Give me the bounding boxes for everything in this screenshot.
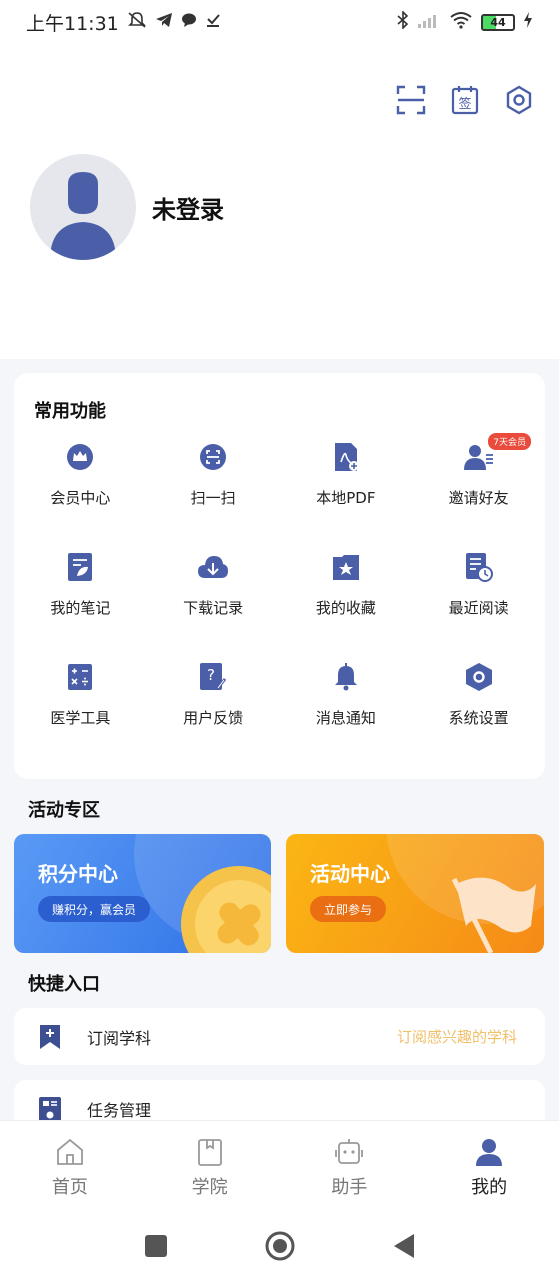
svg-text:?: ? [207,666,215,684]
status-bar: 上午11:31 44 [0,0,559,44]
download-cloud-icon [197,551,229,583]
function-label: 下载记录 [183,599,244,617]
recent-apps-icon[interactable] [144,1234,168,1258]
function-recent-reading[interactable]: 最近阅读 [412,541,545,651]
mute-icon [127,11,147,34]
function-scan[interactable]: 扫一扫 [147,431,280,541]
function-user-feedback[interactable]: ? 用户反馈 [147,651,280,761]
function-member-center[interactable]: 会员中心 [14,431,147,541]
signal-icon [417,12,441,33]
robot-icon [335,1139,364,1164]
chat-icon [181,12,197,33]
function-label: 最近阅读 [448,599,509,617]
settings-icon[interactable] [503,84,535,116]
flag-illustration [386,834,544,953]
profile-header: 签 未登录 [0,44,559,359]
pdf-icon [330,441,362,473]
charging-icon [523,11,533,33]
battery-icon: 44 [481,13,515,31]
quick-label: 订阅学科 [87,1028,152,1048]
tab-mine[interactable]: 我的 [419,1121,559,1212]
crown-icon [64,441,96,473]
tab-label: 我的 [471,1177,508,1198]
login-status[interactable]: 未登录 [152,190,224,225]
function-system-settings[interactable]: 系统设置 [412,651,545,761]
system-navigation-bar [0,1212,559,1280]
tab-label: 学院 [191,1177,228,1198]
tab-assistant[interactable]: 助手 [280,1121,420,1212]
function-local-pdf[interactable]: 本地PDF [280,431,413,541]
home-button-icon[interactable] [264,1230,296,1262]
task-icon [38,1096,62,1122]
function-my-favorites[interactable]: 我的收藏 [280,541,413,651]
header-actions: 签 [395,84,535,116]
home-icon [56,1138,83,1165]
back-icon[interactable] [392,1233,416,1259]
function-label: 系统设置 [448,709,509,727]
bluetooth-icon [397,9,409,34]
scan-icon[interactable] [395,84,427,116]
status-time: 上午11:31 [26,12,119,35]
calculator-icon [64,661,96,693]
function-my-notes[interactable]: 我的笔记 [14,541,147,651]
common-functions-card: 常用功能 会员中心 扫一扫 本地PDF 7天会员 邀请好友 我的笔记 下载记录 … [14,373,545,779]
subscribe-subjects-row[interactable]: 订阅学科 订阅感兴趣的学科 [14,1008,545,1065]
quick-entry-title: 快捷入口 [28,974,100,995]
tab-home[interactable]: 首页 [0,1121,140,1212]
svg-text:签: 签 [458,96,471,112]
notes-icon [64,551,96,583]
tab-label: 助手 [331,1177,368,1198]
user-icon [476,1139,503,1166]
function-label: 邀请好友 [448,489,509,507]
function-label: 医学工具 [50,709,111,727]
functions-grid: 会员中心 扫一扫 本地PDF 7天会员 邀请好友 我的笔记 下载记录 我的收藏 … [14,431,545,761]
function-label: 扫一扫 [190,489,236,507]
avatar[interactable] [30,154,136,260]
feedback-icon: ? [197,661,229,693]
recent-reading-icon [463,551,495,583]
function-label: 我的收藏 [315,599,376,617]
scan-icon [197,441,229,473]
function-label: 会员中心 [50,489,111,507]
college-icon [197,1139,222,1166]
function-label: 我的笔记 [50,599,111,617]
favorites-icon [330,551,362,583]
function-download-records[interactable]: 下载记录 [147,541,280,651]
settings-icon [463,661,495,693]
section-title: 常用功能 [34,401,106,422]
tab-label: 首页 [51,1177,88,1198]
function-label: 消息通知 [315,709,376,727]
tab-college[interactable]: 学院 [140,1121,280,1212]
sign-in-icon[interactable]: 签 [449,84,481,116]
activity-center-banner[interactable]: 活动中心 立即参与 [286,834,544,953]
telegram-icon [155,12,173,33]
wifi-icon [449,11,473,34]
bottom-tab-bar: 首页 学院 助手 我的 [0,1120,559,1212]
bookmark-plus-icon [38,1024,62,1050]
earn-points-button[interactable]: 赚积分，赢会员 [38,896,151,922]
quick-hint: 订阅感兴趣的学科 [396,1028,517,1046]
function-label: 用户反馈 [183,709,244,727]
bell-icon [330,661,362,693]
activity-section-title: 活动专区 [28,800,100,821]
member-badge: 7天会员 [488,433,531,450]
default-user-icon [50,172,116,260]
points-center-banner[interactable]: 积分中心 赚积分，赢会员 [14,834,271,953]
function-medical-tools[interactable]: 医学工具 [14,651,147,761]
quick-label: 任务管理 [87,1100,152,1120]
coin-illustration [134,834,271,953]
points-center-title: 积分中心 [38,862,118,886]
function-notifications[interactable]: 消息通知 [280,651,413,761]
join-now-button[interactable]: 立即参与 [310,896,387,922]
function-invite-friends[interactable]: 7天会员 邀请好友 [412,431,545,541]
activity-center-title: 活动中心 [310,862,390,886]
download-done-icon [205,12,221,33]
function-label: 本地PDF [316,489,376,507]
